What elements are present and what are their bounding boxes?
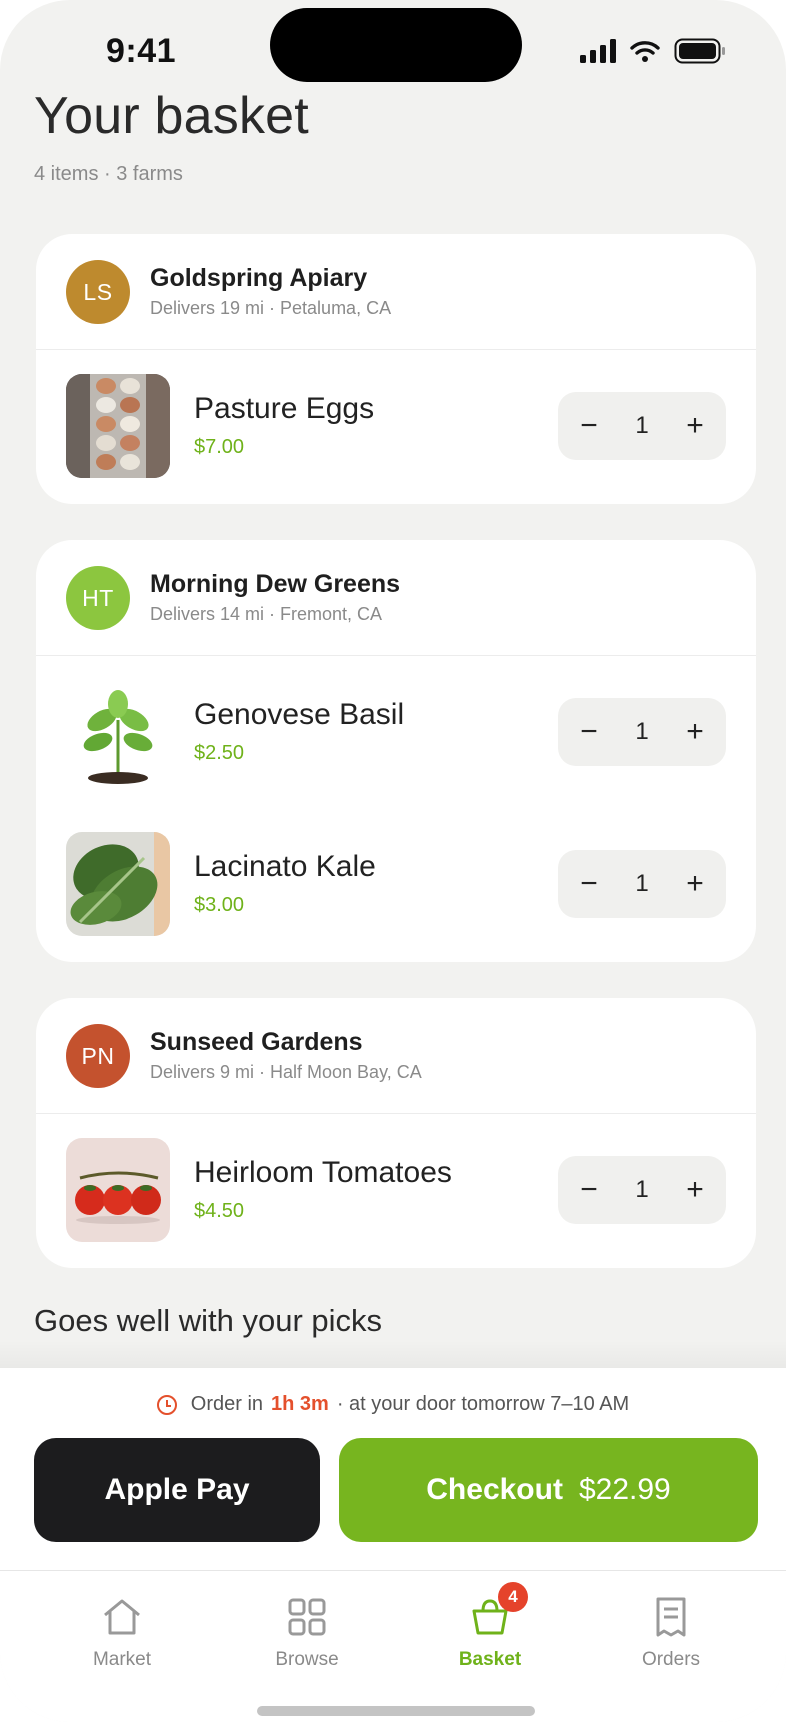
- tab-orders[interactable]: Orders: [601, 1595, 741, 1671]
- quantity-value: 1: [635, 870, 649, 897]
- farm-meta: Delivers 14 mi · Fremont, CA: [150, 604, 383, 624]
- apple-pay-button[interactable]: Apple Pay: [34, 1438, 320, 1542]
- basket-summary: 4 items · 3 farms: [34, 163, 183, 185]
- item-name: Lacinato Kale: [194, 850, 376, 883]
- kale-photo[interactable]: [66, 832, 170, 936]
- basket-icon: [420, 1595, 560, 1639]
- item-price: $4.50: [194, 1200, 245, 1222]
- quantity-stepper: − 1 +: [558, 850, 726, 918]
- checkout-label: Checkout: [426, 1473, 563, 1506]
- home-indicator[interactable]: [257, 1706, 535, 1716]
- farm-avatar: LS: [66, 260, 130, 324]
- item-price: $7.00: [194, 436, 245, 458]
- farm-avatar: HT: [66, 566, 130, 630]
- farm-header[interactable]: HT Morning Dew Greens Delivers 14 mi · F…: [36, 540, 756, 656]
- basil-photo[interactable]: [66, 680, 170, 784]
- quantity-value: 1: [635, 718, 649, 745]
- tab-market[interactable]: Market: [52, 1595, 192, 1671]
- clock-icon: [156, 1394, 177, 1415]
- basket-item: Lacinato Kale $3.00 − 1 +: [36, 808, 756, 960]
- farm-meta: Delivers 19 mi · Petaluma, CA: [150, 298, 392, 318]
- item-price: $3.00: [194, 894, 245, 916]
- grid-icon: [237, 1595, 377, 1639]
- home-icon: [52, 1595, 192, 1639]
- phone-screen: 9:41 Your basket 4 items · 3 farms LS Go…: [0, 0, 786, 1722]
- farm-name: Morning Dew Greens: [150, 570, 401, 598]
- decrease-button[interactable]: −: [576, 717, 602, 747]
- basket-item: Heirloom Tomatoes $4.50 − 1 +: [36, 1114, 756, 1266]
- decrease-button[interactable]: −: [576, 411, 602, 441]
- checkout-total: $22.99: [578, 1473, 671, 1506]
- decrease-button[interactable]: −: [576, 1175, 602, 1205]
- farm-avatar: PN: [66, 1024, 130, 1088]
- quantity-stepper: − 1 +: [558, 698, 726, 766]
- quantity-stepper: − 1 +: [558, 392, 726, 460]
- checkout-button[interactable]: Checkout $22.99: [339, 1438, 758, 1542]
- item-name: Heirloom Tomatoes: [194, 1156, 452, 1189]
- signal-icon: [580, 39, 616, 63]
- increase-button[interactable]: +: [682, 869, 708, 899]
- farm-card-morning-dew: HT Morning Dew Greens Delivers 14 mi · F…: [36, 540, 756, 962]
- farm-name: Goldspring Apiary: [150, 264, 368, 292]
- farm-header[interactable]: LS Goldspring Apiary Delivers 19 mi · Pe…: [36, 234, 756, 350]
- tab-label: Browse: [275, 1649, 339, 1670]
- farm-name: Sunseed Gardens: [150, 1028, 363, 1056]
- decrease-button[interactable]: −: [576, 869, 602, 899]
- increase-button[interactable]: +: [682, 1175, 708, 1205]
- status-time: 9:41: [106, 32, 177, 70]
- tomatoes-photo[interactable]: [66, 1138, 170, 1242]
- sheet-shadow: [0, 1340, 786, 1370]
- item-name: Genovese Basil: [194, 698, 405, 731]
- receipt-icon: [601, 1595, 741, 1639]
- increase-button[interactable]: +: [682, 717, 708, 747]
- tab-label: Basket: [458, 1649, 522, 1670]
- delivery-prefix: Order in: [190, 1393, 264, 1415]
- basket-item: Pasture Eggs $7.00 − 1 +: [36, 350, 756, 502]
- quantity-value: 1: [635, 412, 649, 439]
- delivery-countdown: 1h 3m: [271, 1393, 329, 1415]
- increase-button[interactable]: +: [682, 411, 708, 441]
- farm-meta: Delivers 9 mi · Half Moon Bay, CA: [150, 1062, 422, 1082]
- quantity-stepper: − 1 +: [558, 1156, 726, 1224]
- tab-label: Market: [92, 1649, 152, 1670]
- delivery-notice: Order in 1h 3m · at your door tomorrow 7…: [0, 1393, 786, 1416]
- tab-basket[interactable]: Basket: [420, 1595, 560, 1671]
- tab-bar: Market Browse Basket Orders: [0, 1570, 786, 1722]
- tab-label: Orders: [641, 1649, 701, 1670]
- battery-icon: [674, 38, 725, 64]
- page-title: Your basket: [34, 87, 309, 145]
- quantity-value: 1: [635, 1176, 649, 1203]
- delivery-suffix: · at your door tomorrow 7–10 AM: [336, 1393, 630, 1415]
- tab-browse[interactable]: Browse: [237, 1595, 377, 1671]
- item-price: $2.50: [194, 742, 245, 764]
- wifi-icon: [630, 41, 660, 62]
- farm-card-sunseed: PN Sunseed Gardens Delivers 9 mi · Half …: [36, 998, 756, 1268]
- item-name: Pasture Eggs: [194, 392, 375, 425]
- basket-count-badge: 4: [498, 1582, 528, 1612]
- dynamic-island: [270, 8, 522, 82]
- suggestions-heading: Goes well with your picks: [34, 1303, 383, 1338]
- status-icons: [580, 38, 726, 64]
- farm-card-goldspring: LS Goldspring Apiary Delivers 19 mi · Pe…: [36, 234, 756, 504]
- farm-header[interactable]: PN Sunseed Gardens Delivers 9 mi · Half …: [36, 998, 756, 1114]
- eggs-photo[interactable]: [66, 374, 170, 478]
- basket-item: Genovese Basil $2.50 − 1 +: [36, 656, 756, 808]
